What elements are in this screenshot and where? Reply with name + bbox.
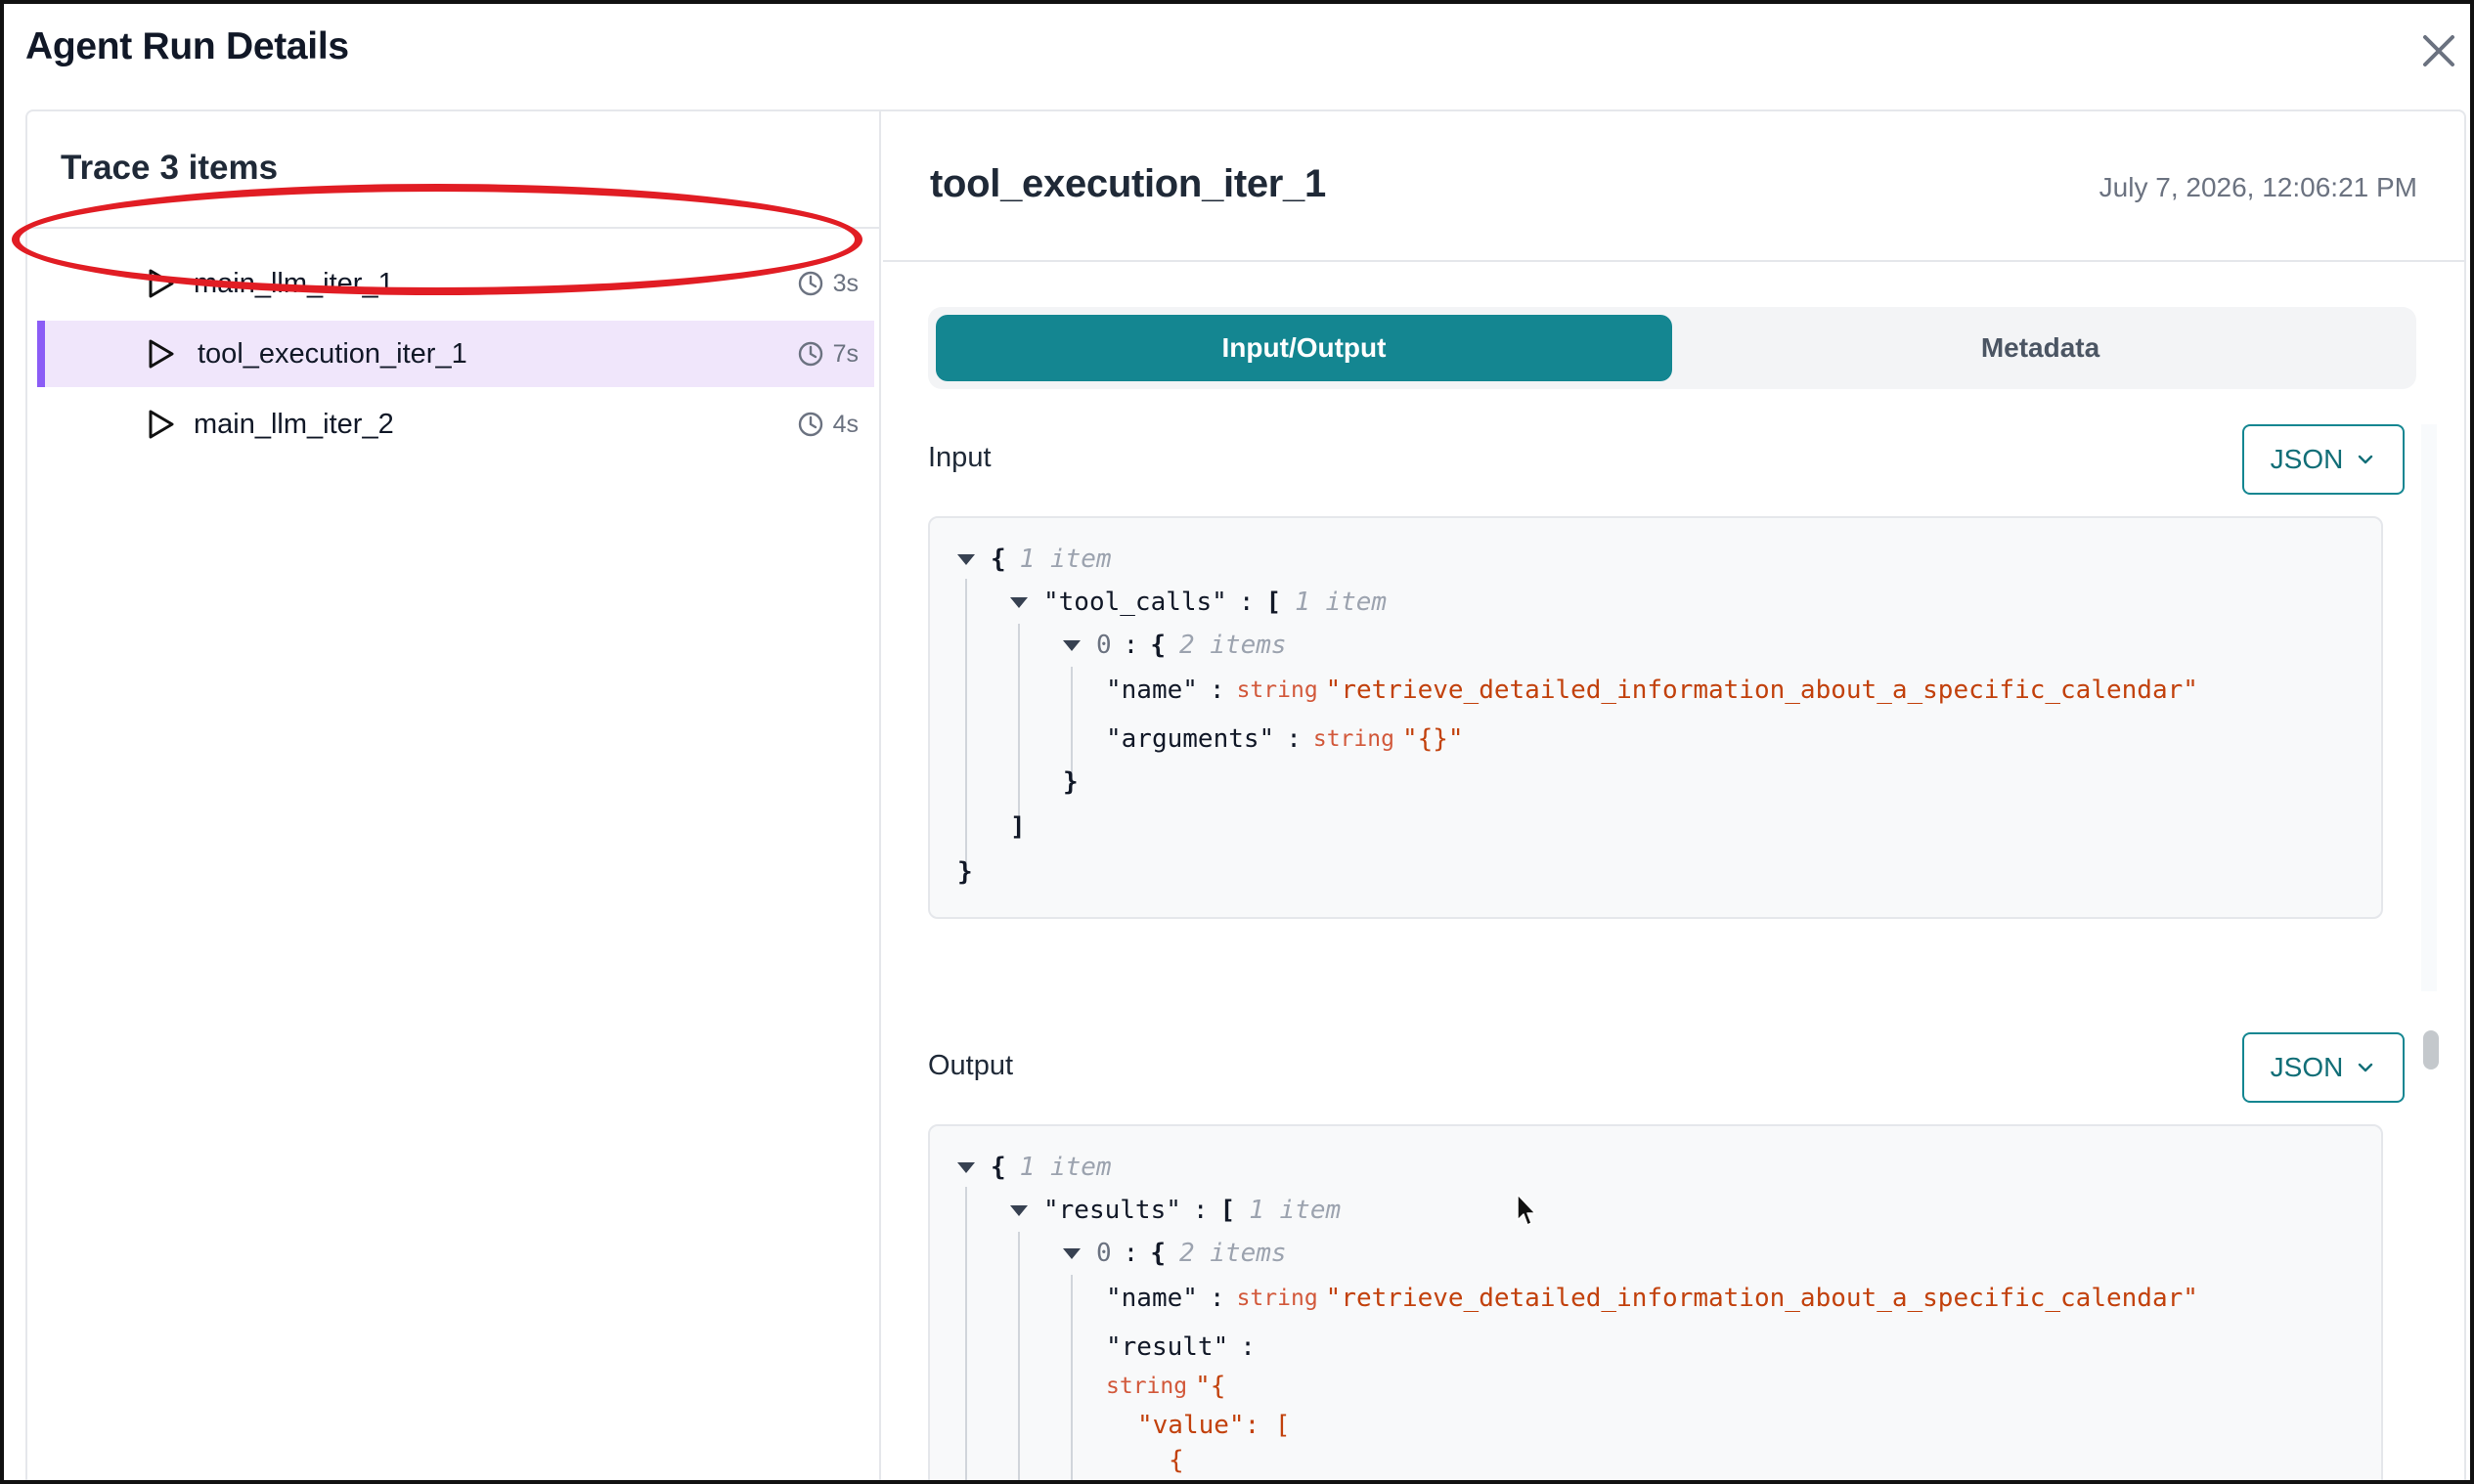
input-json-viewer: {1 item "tool_calls":[1 item 0:{2 items …	[928, 516, 2383, 919]
json-string-value: "retrieve_detailed_information_about_a_s…	[1325, 1284, 2198, 1313]
json-meta: 1 item	[1249, 1196, 1342, 1225]
close-icon	[2423, 35, 2454, 66]
json-type: string	[1236, 1286, 1318, 1311]
json-index: 0	[1096, 631, 1112, 660]
json-close-brace: }	[1063, 767, 1079, 797]
collapse-toggle[interactable]	[1063, 1247, 1081, 1259]
trace-item-label: main_llm_iter_1	[194, 267, 394, 299]
output-format-dropdown[interactable]: JSON	[2242, 1032, 2405, 1103]
json-name-line: "name": string "retrieve_detailed_informat…	[1106, 676, 2198, 705]
detail-timestamp: July 7, 2026, 12:06:21 PM	[2098, 172, 2417, 202]
json-root-line: {1 item	[957, 1148, 1112, 1187]
modal-title: Agent Run Details	[25, 25, 349, 67]
clock-icon	[798, 412, 822, 437]
play-icon	[149, 269, 174, 298]
trace-item-label: tool_execution_iter_1	[198, 337, 467, 370]
chevron-down-icon	[2359, 455, 2373, 464]
format-label: JSON	[2270, 444, 2344, 474]
duration-value: 4s	[832, 410, 859, 438]
json-string-value: "{}"	[1401, 724, 1464, 754]
output-label: Output	[928, 1050, 1014, 1081]
json-tool-calls-line: "tool_calls":[1 item	[1010, 583, 1387, 622]
json-meta: 1 item	[1295, 588, 1388, 617]
format-label: JSON	[2270, 1052, 2344, 1082]
trace-item-duration: 7s	[796, 339, 859, 369]
json-meta: 1 item	[1019, 545, 1112, 574]
json-results-line: "results":[1 item	[1010, 1191, 1341, 1230]
json-string-value: "value": [	[1137, 1411, 1291, 1440]
collapse-toggle[interactable]	[1010, 1204, 1028, 1216]
detail-tabs: Input/Output Metadata	[928, 307, 2416, 389]
json-arguments-line: "arguments": string "{}"	[1106, 724, 1464, 754]
json-key: "name"	[1106, 676, 1198, 705]
clock-icon	[798, 271, 822, 296]
trace-header-count: 3 items	[159, 149, 279, 187]
chevron-down-icon	[2359, 1063, 2373, 1072]
json-key: "name"	[1106, 1284, 1198, 1313]
json-index-line: 0:{2 items	[1063, 1234, 1287, 1273]
agent-run-details-modal: Agent Run Details Trace 3 items main_llm_…	[0, 0, 2474, 1484]
json-key: "results"	[1043, 1196, 1181, 1225]
clock-icon	[798, 341, 822, 367]
json-result-value-line: string "{	[1106, 1367, 1225, 1406]
trace-item-duration: 4s	[796, 410, 859, 439]
trace-pane: Trace 3 items main_llm_iter_1 3s tool_exe…	[27, 111, 881, 1480]
json-key: "result"	[1106, 1332, 1229, 1362]
json-close-brace: }	[957, 857, 973, 887]
input-label: Input	[928, 442, 992, 473]
json-type: string	[1106, 1374, 1188, 1399]
json-index-line: 0:{2 items	[1063, 626, 1287, 665]
detail-header: tool_execution_iter_1 July 7, 2026, 12:0…	[883, 111, 2464, 262]
json-meta: 2 items	[1178, 1239, 1287, 1268]
json-name-line: "name": string "retrieve_detailed_informat…	[1106, 1284, 2198, 1313]
json-string-value: "{	[1195, 1372, 1226, 1401]
collapse-toggle[interactable]	[1063, 639, 1081, 651]
trace-item-main-llm-iter-1[interactable]: main_llm_iter_1 3s	[37, 250, 874, 317]
output-json-viewer: {1 item "results":[1 item 0:{2 items "na…	[928, 1124, 2383, 1480]
play-icon	[149, 410, 174, 439]
scrollbar-track	[2421, 424, 2437, 991]
scrollbar-thumb[interactable]	[2423, 1030, 2439, 1069]
trace-header-label: Trace	[61, 149, 151, 187]
json-string-value: {	[1169, 1446, 1184, 1475]
collapse-toggle[interactable]	[1010, 596, 1028, 608]
tab-input-output[interactable]: Input/Output	[936, 315, 1672, 381]
collapse-toggle[interactable]	[957, 553, 975, 565]
trace-item-main-llm-iter-2[interactable]: main_llm_iter_2 4s	[37, 391, 874, 458]
trace-item-duration: 3s	[796, 269, 859, 298]
detail-title: tool_execution_iter_1	[930, 162, 1326, 205]
trace-item-label: main_llm_iter_2	[194, 408, 394, 440]
play-icon	[149, 339, 174, 369]
json-meta: 1 item	[1019, 1153, 1112, 1182]
json-type: string	[1236, 677, 1318, 703]
run-details-panel: Trace 3 items main_llm_iter_1 3s tool_exe…	[25, 109, 2466, 1480]
input-format-dropdown[interactable]: JSON	[2242, 424, 2405, 495]
json-key: "arguments"	[1106, 724, 1275, 754]
json-meta: 2 items	[1178, 631, 1287, 660]
detail-pane: tool_execution_iter_1 July 7, 2026, 12:0…	[883, 111, 2464, 1480]
mouse-cursor-icon	[1517, 1194, 1536, 1226]
collapse-toggle[interactable]	[957, 1161, 975, 1173]
json-close-bracket: ]	[1010, 812, 1026, 842]
close-button[interactable]	[2415, 27, 2462, 74]
duration-value: 3s	[832, 269, 859, 297]
tab-metadata[interactable]: Metadata	[1672, 315, 2408, 381]
json-string-value: "retrieve_detailed_information_about_a_s…	[1325, 676, 2198, 705]
trace-item-tool-execution-iter-1[interactable]: tool_execution_iter_1 7s	[37, 321, 874, 387]
json-key: "tool_calls"	[1043, 588, 1227, 617]
json-root-line: {1 item	[957, 540, 1112, 579]
json-result-value-line: "value": [	[1137, 1406, 1291, 1445]
trace-header: Trace 3 items	[27, 111, 879, 229]
json-index: 0	[1096, 1239, 1112, 1268]
json-result-value-line: {	[1169, 1441, 1184, 1480]
json-type: string	[1312, 726, 1394, 752]
json-result-line: "result":	[1106, 1332, 1256, 1362]
duration-value: 7s	[832, 339, 859, 368]
